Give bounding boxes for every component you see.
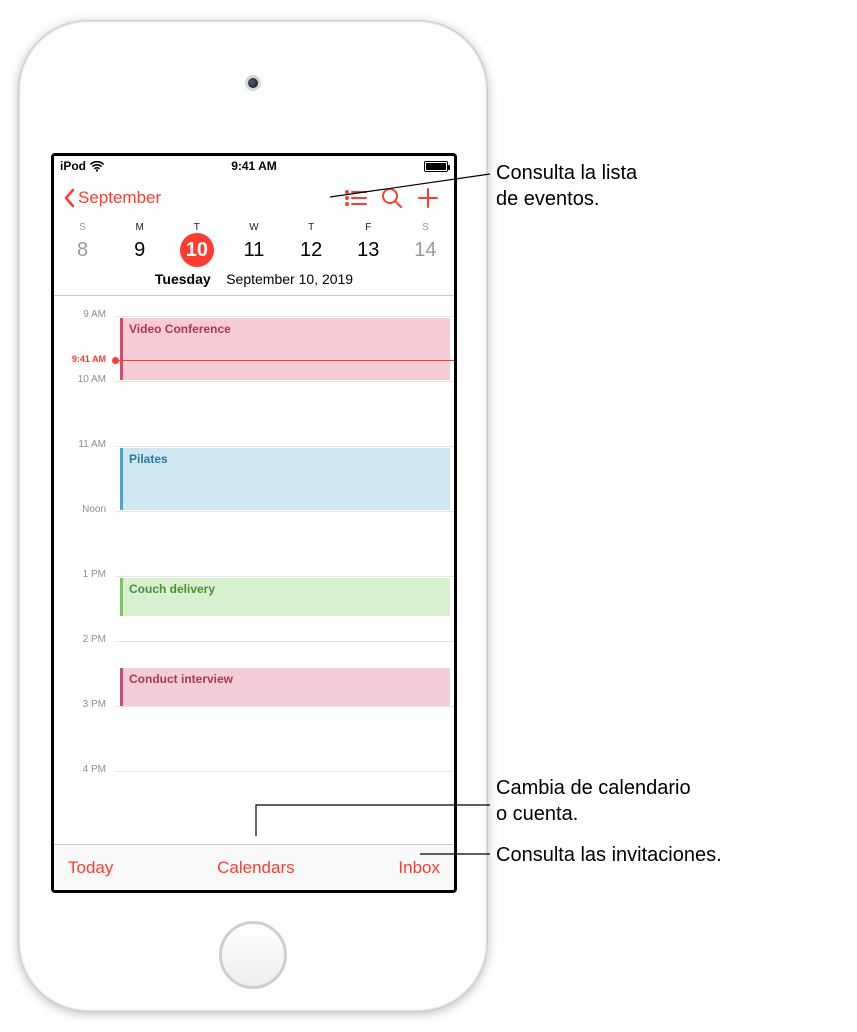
callout-lines xyxy=(0,0,857,1032)
